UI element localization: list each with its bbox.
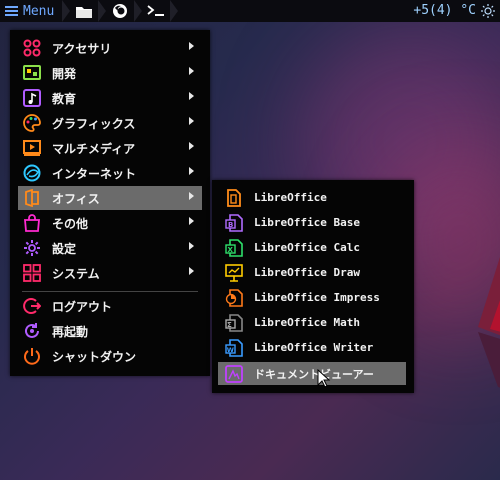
submenu-item-label: LibreOffice Draw: [254, 266, 360, 279]
menu-item-label: 設定: [52, 241, 77, 256]
settings-icon: [22, 238, 42, 258]
menu-item-development[interactable]: 開発: [18, 61, 202, 85]
firefox-launcher[interactable]: [106, 0, 134, 22]
submenu-item-libreoffice-draw[interactable]: LibreOffice Draw: [218, 261, 406, 284]
panel-separator: [62, 0, 71, 22]
submenu-item-label: LibreOffice Math: [254, 316, 360, 329]
main-menu: アクセサリ 開発 教育 グラフィックス マルチメディア インターネット オフィス…: [10, 30, 210, 376]
submenu-item-libreoffice-math[interactable]: Σ LibreOffice Math: [218, 311, 406, 334]
menu-item-education[interactable]: 教育: [18, 86, 202, 110]
svg-text:W: W: [227, 346, 234, 354]
menu-item-reboot[interactable]: 再起動: [18, 319, 202, 343]
menu-item-internet[interactable]: インターネット: [18, 161, 202, 185]
submenu-item-label: LibreOffice Writer: [254, 341, 374, 354]
menu-item-shutdown[interactable]: シャットダウン: [18, 344, 202, 368]
mouse-pointer-icon: [317, 369, 331, 388]
submenu-arrow-icon: [189, 267, 194, 275]
accessories-icon: [22, 38, 42, 58]
menu-item-label: 教育: [52, 91, 77, 106]
education-icon: [22, 88, 42, 108]
reboot-icon: [22, 321, 42, 341]
menu-item-multimedia[interactable]: マルチメディア: [18, 136, 202, 160]
svg-text:X: X: [228, 246, 234, 254]
development-icon: [22, 63, 42, 83]
submenu-arrow-icon: [189, 67, 194, 75]
wallpaper-shape: [478, 257, 500, 388]
menu-item-label: オフィス: [52, 191, 100, 206]
menu-item-other[interactable]: その他: [18, 211, 202, 235]
submenu-item-label: ドキュメントビューアー: [254, 367, 374, 381]
submenu-item-label: LibreOffice Calc: [254, 241, 360, 254]
menu-item-label: システム: [52, 266, 100, 281]
submenu-item-label: LibreOffice Base: [254, 216, 360, 229]
submenu-arrow-icon: [189, 117, 194, 125]
menu-item-label: その他: [52, 216, 89, 231]
submenu-arrow-icon: [189, 217, 194, 225]
office-icon: [22, 188, 42, 208]
submenu-arrow-icon: [189, 192, 194, 200]
menu-item-graphics[interactable]: グラフィックス: [18, 111, 202, 135]
libreoffice-impress-icon: [224, 288, 244, 308]
system-icon: [22, 263, 42, 283]
internet-icon: [22, 163, 42, 183]
submenu-item-libreoffice-impress[interactable]: LibreOffice Impress: [218, 286, 406, 309]
menu-item-label: シャットダウン: [52, 349, 137, 364]
libreoffice-writer-icon: W: [224, 338, 244, 358]
menu-item-settings[interactable]: 設定: [18, 236, 202, 260]
libreoffice-math-icon: Σ: [224, 313, 244, 333]
document-viewer-icon: [224, 364, 244, 384]
folder-icon: [76, 6, 93, 18]
other-icon: [22, 213, 42, 233]
weather-sun-icon: [481, 4, 495, 18]
menu-item-label: 開発: [52, 66, 77, 81]
folder-launcher[interactable]: [70, 0, 98, 22]
submenu-arrow-icon: [189, 167, 194, 175]
panel-separator: [134, 0, 143, 22]
panel-separator: [98, 0, 107, 22]
multimedia-icon: [22, 138, 42, 158]
submenu-arrow-icon: [189, 42, 194, 50]
menu-item-label: グラフィックス: [52, 116, 136, 131]
submenu-item-libreoffice[interactable]: LibreOffice: [218, 186, 406, 209]
submenu-item-label: LibreOffice Impress: [254, 291, 380, 304]
libreoffice-icon: [224, 188, 244, 208]
submenu-item-label: LibreOffice: [254, 191, 327, 204]
submenu-arrow-icon: [189, 242, 194, 250]
submenu-arrow-icon: [189, 142, 194, 150]
submenu-item-libreoffice-base[interactable]: B LibreOffice Base: [218, 211, 406, 234]
menu-item-label: 再起動: [52, 324, 89, 339]
svg-text:Σ: Σ: [227, 321, 232, 329]
submenu-arrow-icon: [189, 92, 194, 100]
menu-item-label: アクセサリ: [52, 41, 112, 56]
menu-item-label: マルチメディア: [52, 141, 136, 156]
libreoffice-draw-icon: [224, 263, 244, 283]
firefox-icon: [113, 4, 128, 18]
terminal-launcher[interactable]: [142, 0, 170, 22]
svg-text:B: B: [228, 221, 233, 229]
menu-divider: [22, 291, 198, 292]
office-submenu: LibreOffice B LibreOffice Base X LibreOf…: [212, 180, 414, 393]
submenu-item-libreoffice-writer[interactable]: W LibreOffice Writer: [218, 336, 406, 359]
menu-item-logout[interactable]: ログアウト: [18, 294, 202, 318]
panel-separator: [170, 0, 179, 22]
menu-item-label: ログアウト: [52, 299, 113, 314]
hamburger-icon: [5, 6, 18, 16]
menu-item-office[interactable]: オフィス: [18, 186, 202, 210]
logout-icon: [22, 296, 42, 316]
submenu-item-libreoffice-calc[interactable]: X LibreOffice Calc: [218, 236, 406, 259]
menu-item-label: インターネット: [52, 166, 137, 181]
libreoffice-calc-icon: X: [224, 238, 244, 258]
terminal-icon: [147, 5, 165, 16]
libreoffice-base-icon: B: [224, 213, 244, 233]
top-panel: Menu +5(4) °C: [0, 0, 500, 22]
graphics-icon: [22, 113, 42, 133]
temperature-display: +5(4) °C: [413, 3, 476, 18]
menu-button[interactable]: Menu: [0, 0, 54, 22]
shutdown-icon: [22, 346, 42, 366]
menu-item-system[interactable]: システム: [18, 261, 202, 285]
submenu-item-document-viewer[interactable]: ドキュメントビューアー: [218, 362, 406, 385]
menu-label: Menu: [23, 3, 55, 19]
menu-item-accessories[interactable]: アクセサリ: [18, 36, 202, 60]
